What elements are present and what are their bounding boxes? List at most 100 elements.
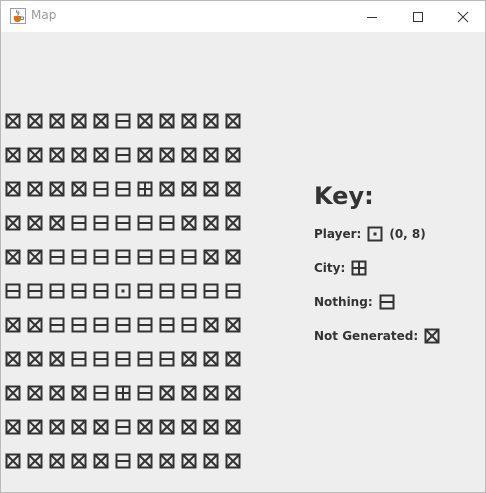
not-generated-icon (203, 88, 225, 129)
not-generated-icon (159, 394, 181, 435)
nothing-icon (203, 258, 225, 299)
not-generated-icon (27, 190, 49, 231)
not-generated-icon (27, 394, 49, 435)
not-generated-icon (5, 122, 27, 163)
nothing-icon (115, 394, 137, 435)
nothing-icon (137, 326, 159, 367)
not-generated-icon (181, 190, 203, 231)
not-generated-icon (203, 224, 225, 265)
city-icon (115, 360, 137, 401)
key-row-player: Player: (0, 8) (314, 226, 426, 242)
map-grid (5, 88, 247, 469)
nothing-icon (137, 258, 159, 299)
not-generated-icon (225, 326, 247, 367)
map-row (5, 326, 247, 367)
nothing-icon (93, 326, 115, 367)
not-generated-icon (159, 428, 181, 469)
maximize-button[interactable] (395, 1, 441, 32)
nothing-icon (159, 258, 181, 299)
map-row (5, 156, 247, 197)
not-generated-icon (203, 190, 225, 231)
map-row (5, 292, 247, 333)
close-button[interactable] (440, 1, 486, 32)
nothing-icon (137, 292, 159, 333)
player-icon (115, 258, 137, 299)
not-generated-icon (203, 326, 225, 367)
not-generated-icon (71, 428, 93, 469)
not-generated-icon (225, 88, 247, 129)
not-generated-icon (5, 224, 27, 265)
not-generated-icon (27, 224, 49, 265)
map-row (5, 258, 247, 299)
nothing-icon (27, 258, 49, 299)
nothing-icon (137, 224, 159, 265)
not-generated-icon (93, 122, 115, 163)
not-generated-icon (49, 190, 71, 231)
not-generated-icon (49, 394, 71, 435)
not-generated-icon (225, 360, 247, 401)
not-generated-icon (27, 428, 49, 469)
nothing-icon (181, 292, 203, 333)
not-generated-icon (181, 156, 203, 197)
nothing-icon (49, 258, 71, 299)
nothing-icon (115, 224, 137, 265)
nothing-icon (115, 156, 137, 197)
nothing-icon (93, 360, 115, 401)
nothing-icon (93, 258, 115, 299)
nothing-icon (181, 258, 203, 299)
not-generated-icon (137, 88, 159, 129)
nothing-icon (159, 292, 181, 333)
nothing-icon (49, 292, 71, 333)
maximize-icon (413, 11, 423, 22)
nothing-icon (71, 190, 93, 231)
map-row (5, 394, 247, 435)
nothing-label: Nothing: (314, 295, 373, 309)
nothing-icon (159, 190, 181, 231)
city-label: City: (314, 261, 346, 275)
not-generated-icon (27, 122, 49, 163)
not-generated-icon (159, 88, 181, 129)
nothing-icon (115, 428, 137, 469)
not-generated-icon (225, 394, 247, 435)
minimize-button[interactable] (349, 1, 395, 32)
nothing-icon (115, 190, 137, 231)
nothing-icon (137, 190, 159, 231)
not-generated-icon (181, 360, 203, 401)
not-generated-icon (5, 394, 27, 435)
not-generated-icon (27, 326, 49, 367)
not-generated-icon (71, 156, 93, 197)
not-generated-icon (225, 190, 247, 231)
map-row (5, 224, 247, 265)
nothing-icon (225, 258, 247, 299)
not-generated-icon (159, 122, 181, 163)
not-generated-icon (225, 428, 247, 469)
not-generated-icon (27, 360, 49, 401)
map-row (5, 122, 247, 163)
map-panel: Key: Player: (0, 8) City: Nothing: Not G… (1, 32, 485, 492)
window-title: Map (31, 8, 57, 22)
not-generated-icon (181, 122, 203, 163)
nothing-icon (181, 224, 203, 265)
not-generated-icon (203, 394, 225, 435)
title-bar[interactable]: Map (1, 1, 485, 32)
nothing-icon (71, 326, 93, 367)
not-generated-icon (71, 360, 93, 401)
map-row (5, 360, 247, 401)
player-coordinates: (0, 8) (389, 227, 426, 241)
not-generated-icon (49, 428, 71, 469)
not-generated-icon (49, 360, 71, 401)
not-generated-icon (27, 88, 49, 129)
nothing-icon (93, 190, 115, 231)
not-generated-icon (5, 156, 27, 197)
not-generated-icon (181, 428, 203, 469)
player-label: Player: (314, 227, 362, 241)
not-generated-icon (5, 88, 27, 129)
close-icon (457, 11, 469, 22)
not-generated-icon (225, 224, 247, 265)
map-row (5, 428, 247, 469)
not-generated-icon (424, 328, 440, 344)
not-generated-icon (203, 122, 225, 163)
not-generated-icon (93, 88, 115, 129)
nothing-icon (137, 360, 159, 401)
nothing-icon (49, 224, 71, 265)
